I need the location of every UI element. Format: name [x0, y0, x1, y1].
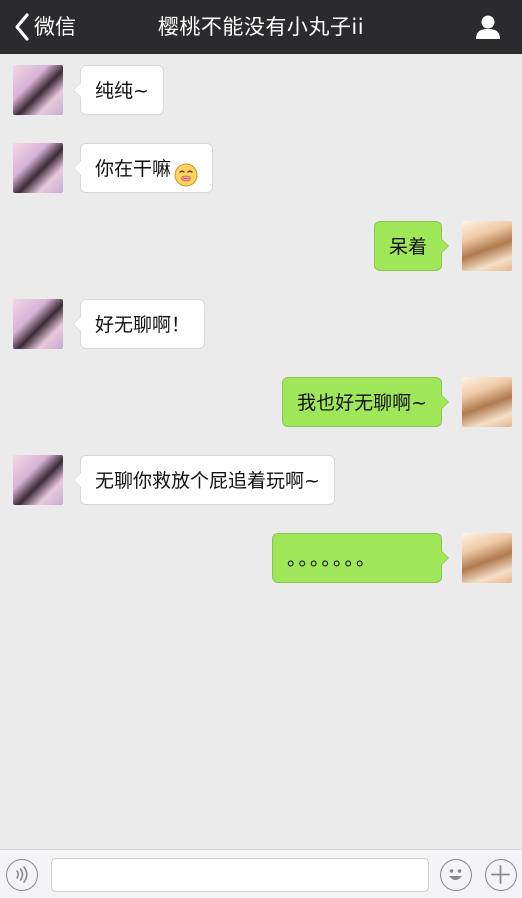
- received-message[interactable]: 好无聊啊！: [72, 299, 206, 349]
- chat-title: 樱桃不能没有小丸子ii: [157, 15, 365, 39]
- chat-info-button[interactable]: [474, 14, 502, 40]
- message-text: 纯纯~: [95, 80, 149, 102]
- more-button[interactable]: [485, 859, 517, 891]
- smiley-icon: [449, 869, 462, 880]
- message-text: 。。。。。。。: [287, 548, 378, 570]
- sent-message[interactable]: 我也好无聊啊~: [282, 377, 449, 427]
- input-toolbar: [0, 849, 522, 898]
- message-list[interactable]: 纯纯~ 你在干嘛 呆着 好无聊啊！ 我也好无聊啊~ 无聊你救放个屁追着玩啊~ 。…: [0, 54, 522, 849]
- sent-message[interactable]: 呆着: [373, 221, 450, 271]
- message-text: 我也好无聊啊~: [297, 392, 427, 414]
- contact-avatar[interactable]: [13, 299, 63, 349]
- message-input[interactable]: [51, 858, 429, 892]
- shushing-face-icon: [174, 156, 198, 186]
- contact-avatar[interactable]: [13, 455, 63, 505]
- contact-avatar[interactable]: [13, 65, 63, 115]
- contact-avatar[interactable]: [13, 143, 63, 193]
- voice-button[interactable]: [6, 859, 38, 891]
- sent-message[interactable]: 。。。。。。。: [272, 533, 449, 583]
- received-message[interactable]: 纯纯~: [73, 65, 164, 115]
- message-text: 无聊你救放个屁追着玩啊~: [95, 470, 320, 492]
- plus-icon: [491, 865, 510, 884]
- my-avatar[interactable]: [462, 377, 512, 427]
- message-text: 你在干嘛: [95, 158, 172, 180]
- nav-bar: 微信 樱桃不能没有小丸子ii: [0, 0, 522, 54]
- message-text: 好无聊啊！: [95, 314, 191, 336]
- received-message[interactable]: 无聊你救放个屁追着玩啊~: [73, 455, 335, 505]
- received-message[interactable]: 你在干嘛: [72, 143, 214, 193]
- message-text: 呆着: [388, 236, 427, 258]
- emoji-button[interactable]: [440, 859, 472, 891]
- voice-icon: [16, 866, 28, 883]
- my-avatar[interactable]: [462, 221, 512, 271]
- my-avatar[interactable]: [462, 533, 512, 583]
- person-icon: [476, 15, 500, 39]
